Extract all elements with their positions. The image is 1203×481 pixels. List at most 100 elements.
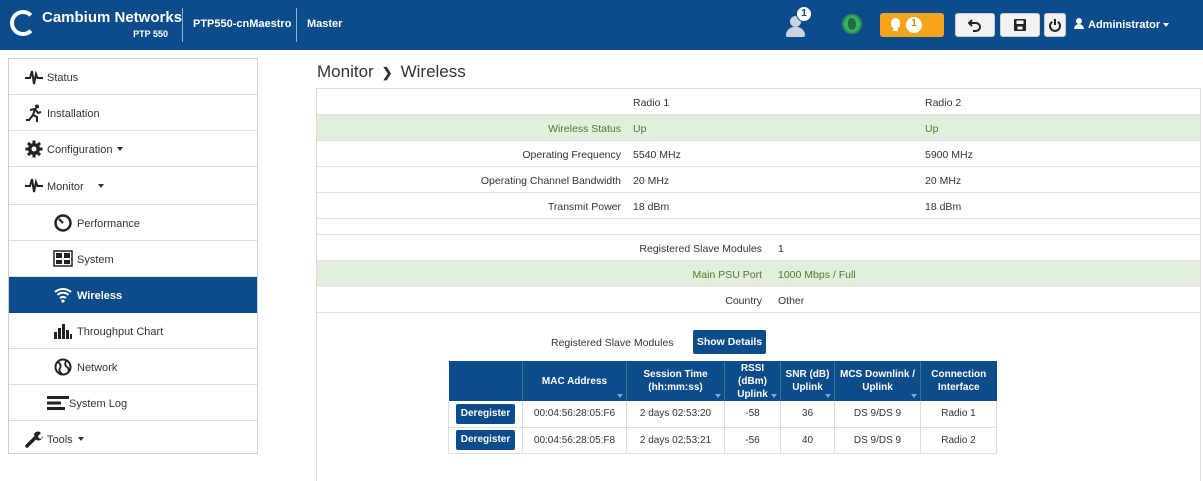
sort-icon	[911, 394, 917, 398]
slave-modules-table: MAC Address Session Time (hh:mm:ss) RSSI …	[448, 361, 997, 454]
breadcrumb-section: Monitor	[317, 62, 374, 81]
sidebar-item-installation[interactable]: Installation	[9, 95, 257, 131]
main-psu-port-row: Main PSU Port 1000 Mbps / Full	[317, 261, 1200, 287]
show-details-button[interactable]: Show Details	[693, 330, 766, 354]
sort-icon	[715, 394, 721, 398]
save-icon	[1014, 19, 1026, 31]
mcs-cell: DS 9/DS 9	[834, 427, 921, 454]
mcs-cell: DS 9/DS 9	[834, 401, 921, 428]
cambium-logo[interactable]: Cambium Networks PTP 550	[6, 6, 182, 44]
cambium-logo-icon	[10, 10, 36, 36]
radio-2-value: 20 MHz	[925, 175, 962, 187]
breadcrumb: Monitor ❯ Wireless	[317, 62, 466, 82]
undo-icon	[967, 19, 981, 32]
rssi-cell: -58	[724, 401, 781, 428]
user-alert-badge: 1	[796, 6, 812, 22]
user-menu[interactable]: Administrator	[1074, 18, 1170, 31]
sidebar-item-throughput-chart[interactable]: Throughput Chart	[9, 313, 257, 349]
spacer-row	[317, 219, 1200, 235]
sidebar-item-status[interactable]: Status	[9, 59, 257, 95]
sidebar-item-wireless[interactable]: Wireless	[9, 277, 257, 313]
row-label: Transmit Power	[547, 201, 621, 213]
header-line: RSSI (dBm)	[738, 362, 767, 387]
radio-2-header: Radio 2	[925, 97, 962, 109]
wireless-status-row: Wireless Status Up Up	[317, 115, 1200, 141]
log-lines-icon	[47, 396, 69, 410]
device-name: PTP550-cnMaestro	[193, 18, 292, 30]
power-button[interactable]	[1044, 13, 1066, 37]
header-line: Uplink	[737, 388, 768, 400]
radio-1-value: 20 MHz	[633, 175, 670, 187]
snr-cell: 40	[780, 427, 835, 454]
bulb-icon	[891, 18, 900, 31]
row-value: 1000 Mbps / Full	[778, 269, 856, 281]
header-line: Uplink	[862, 382, 893, 393]
header-line: Connection	[931, 369, 987, 380]
column-header-mac[interactable]: MAC Address	[522, 361, 627, 401]
undo-button[interactable]	[955, 13, 995, 37]
sidebar-item-configuration[interactable]: Configuration	[9, 131, 257, 167]
interface-cell: Radio 2	[920, 427, 997, 454]
sidebar-item-label: Tools	[47, 434, 73, 446]
device-role: Master	[307, 18, 343, 30]
column-header-snr[interactable]: SNR (dB) Uplink	[780, 361, 835, 401]
row-value: 1	[778, 243, 784, 255]
header-line: Uplink	[792, 382, 823, 393]
sidebar-item-label: Wireless	[77, 290, 123, 302]
sidebar-item-label: Configuration	[47, 144, 113, 156]
save-button[interactable]	[1000, 13, 1040, 37]
header-line: Session Time	[643, 369, 708, 380]
header-line: MCS Downlink /	[840, 369, 915, 380]
row-label: Wireless Status	[548, 123, 621, 135]
top-bar: Cambium Networks PTP 550 PTP550-cnMaestr…	[0, 0, 1203, 50]
header-line: SNR (dB)	[785, 369, 830, 380]
header-line: (hh:mm:ss)	[648, 382, 703, 393]
table-header-row: MAC Address Session Time (hh:mm:ss) RSSI …	[448, 361, 997, 401]
network-globe-icon	[54, 358, 72, 376]
row-label: Country	[725, 295, 762, 307]
action-cell: Deregister	[448, 427, 523, 454]
header-line: MAC Address	[541, 375, 608, 387]
sort-icon	[771, 394, 777, 398]
interface-cell: Radio 1	[920, 401, 997, 428]
column-header-mcs[interactable]: MCS Downlink / Uplink	[834, 361, 921, 401]
gear-icon	[25, 140, 43, 158]
sidebar-item-performance[interactable]: Performance	[9, 205, 257, 241]
row-label: Operating Frequency	[522, 149, 621, 161]
row-label: Registered Slave Modules	[639, 243, 762, 255]
chevron-down-icon	[98, 184, 104, 188]
channel-bandwidth-row: Operating Channel Bandwidth 20 MHz 20 MH…	[317, 167, 1200, 193]
mac-cell: 00:04:56:28:05:F6	[522, 401, 627, 428]
pulse-icon	[25, 178, 43, 193]
sidebar-item-system-log[interactable]: System Log	[9, 385, 257, 421]
deregister-button[interactable]: Deregister	[455, 403, 516, 424]
radio-1-value: 18 dBm	[633, 201, 670, 213]
sidebar-item-system[interactable]: System	[9, 241, 257, 277]
pulse-icon	[25, 70, 43, 85]
radio-1-value: 5540 MHz	[633, 149, 681, 161]
row-value: Other	[778, 295, 805, 307]
column-header-rssi[interactable]: RSSI (dBm) Uplink	[724, 361, 781, 401]
radio-1-value: Up	[633, 123, 647, 135]
alarms-button[interactable]: 1	[880, 13, 944, 37]
sidebar-item-monitor[interactable]: Monitor	[9, 167, 257, 205]
sidebar-item-label: System Log	[69, 398, 128, 410]
deregister-button[interactable]: Deregister	[455, 430, 516, 450]
sort-icon	[825, 394, 831, 398]
column-header-interface[interactable]: Connection Interface	[920, 361, 997, 401]
registered-slaves-row: Registered Slave Modules 1	[317, 235, 1200, 261]
table-row: Deregister 00:04:56:28:05:F6 2 days 02:5…	[448, 401, 997, 428]
globe-icon[interactable]	[842, 14, 862, 34]
user-alert-button[interactable]: 1	[784, 6, 812, 42]
user-name: Administrator	[1088, 19, 1161, 31]
row-label: Main PSU Port	[692, 269, 762, 281]
sidebar-item-label: Performance	[77, 218, 140, 230]
column-header-session-time[interactable]: Session Time (hh:mm:ss)	[626, 361, 725, 401]
operating-frequency-row: Operating Frequency 5540 MHz 5900 MHz	[317, 141, 1200, 167]
sidebar-item-network[interactable]: Network	[9, 349, 257, 385]
mac-cell: 00:04:56:28:05:F8	[522, 427, 627, 454]
radio-2-value: 18 dBm	[925, 201, 962, 213]
country-row: Country Other	[317, 287, 1200, 313]
sidebar: Status Installation Configuration Monito…	[8, 58, 258, 454]
sidebar-item-tools[interactable]: Tools	[9, 421, 257, 457]
